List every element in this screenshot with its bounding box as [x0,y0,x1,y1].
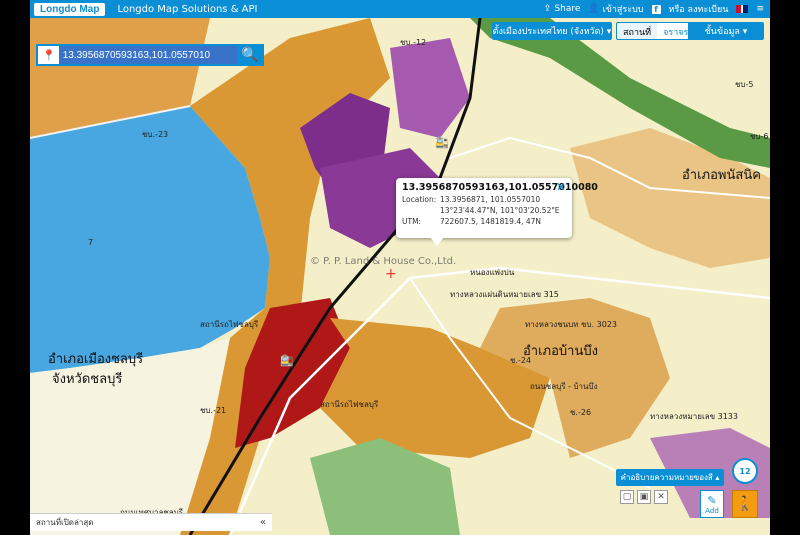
recent-places-label: สถานที่เปิดล่าสุด [36,518,94,527]
menu-icon[interactable]: ≡ [756,4,764,14]
search-icon: 🔍 [240,47,259,63]
land-use-map [30,18,770,535]
label-road-3133: ทางหลวงหมายเลข 3133 [650,412,738,421]
label-cb26: ช.-26 [570,408,592,417]
close-icon[interactable]: ✕ [556,180,566,194]
label-cb23: ชบ.-23 [142,130,169,139]
chevron-up-icon[interactable]: « [260,517,266,528]
label-cb24: ช.-24 [510,356,532,365]
label-cb12: ชบ.-12 [400,38,427,47]
register-link[interactable]: หรือ ลงทะเบียน [669,2,729,16]
popup-value: 13°23'44.47"N, 101°03'20.52"E [440,206,560,215]
tool-fill-icon[interactable]: ▣ [637,490,651,504]
label-cb5: ชบ-5 [735,80,754,89]
app-title[interactable]: Longdo Map Solutions & API [117,4,257,15]
train-station-icon[interactable]: 🚉 [280,354,294,367]
popup-row-location: Location: 13.3956871, 101.0557010 [402,195,566,204]
label-nongsamsap: หนองแพ่งบ่น [470,268,515,277]
bus-station-icon[interactable]: 🚉 [435,136,449,149]
label-road-banbueng: ถนนชลบุรี - บ้านบึง [530,382,598,391]
popup-key: Location: [402,195,437,204]
drawing-tools: ▢ ▣ ✕ [620,490,668,504]
legend-button[interactable]: คำอธิบายความหมายของสี ▴ [616,469,724,486]
label-station-2: สถานีรถไฟชลบุรี [200,320,259,329]
label-road-3023: ทางหลวงชนบท ชบ. 3023 [525,320,617,329]
label-amphoe-banbueng: อำเภอบ้านบึง [523,344,598,359]
share-button[interactable]: ⇪ Share [544,4,581,14]
label-amphoe-phanat: อำเภอพนัสนิค [682,168,761,183]
search-box: 📍 🔍 [36,44,264,66]
pin-icon: 📍 [42,48,56,62]
map-viewport: Longdo Map Longdo Map Solutions & API ⇪ … [0,0,800,535]
add-label: Add [705,507,719,515]
label-num-7: 7 [88,238,94,247]
location-pin-icon[interactable]: + [385,266,397,282]
top-bar: Longdo Map Longdo Map Solutions & API ⇪ … [30,0,770,18]
pen-icon: ✎ [707,494,717,507]
label-station: สถานีรถไฟชลบุรี [320,400,379,409]
tool-rectangle-icon[interactable]: ▢ [620,490,634,504]
facebook-icon[interactable]: f [651,4,661,14]
user-icon: 👤 [588,4,600,14]
popup-key [402,206,440,215]
label-amphoe-chonburi: อำเภอเมืองชลบุรี [48,352,144,367]
map-mode-tabs: สถานที่ จราจร [616,22,696,40]
login-link[interactable]: 👤 เข้าสู่ระบบ [588,2,643,16]
search-input[interactable] [58,46,238,64]
map-canvas[interactable]: อำเภอเมืองชลบุรี จังหวัดชลบุรี อำเภอบ้าน… [30,18,770,535]
location-popup: 13.3956870593163,101.0557010080 ✕ Locati… [396,178,598,246]
share-icon: ⇪ [543,4,552,14]
share-label: Share [554,4,581,14]
add-place-button[interactable]: ✎ Add [700,490,724,518]
popup-key: UTM: [402,217,422,226]
popup-row-dms: 13°23'44.47"N, 101°03'20.52"E [402,206,566,215]
tab-places[interactable]: สถานที่ [617,23,658,39]
popup-title: 13.3956870593163,101.0557010080 [402,182,598,193]
longdo-logo[interactable]: Longdo Map [34,2,106,16]
uk-flag-icon[interactable] [736,5,749,13]
zoom-level-control[interactable]: 12 [732,458,758,484]
label-cb6: ชบ-6 [750,132,769,141]
region-select[interactable]: ตั้งเมืองประเทศไทย (จังหวัด) ▾ [492,22,612,40]
popup-row-utm: UTM: 722607.5, 1481819.4, 47N [402,217,566,226]
popup-value: 13.3956871, 101.0557010 [440,195,541,204]
label-changwat-chonburi: จังหวัดชลบุรี [52,372,123,387]
recent-places-panel[interactable]: สถานที่เปิดล่าสุด « [30,513,272,531]
layers-button[interactable]: ชั้นข้อมูล ▾ [688,22,764,40]
street-view-icon[interactable]: 🚶 [732,490,758,518]
tool-clear-icon[interactable]: ✕ [654,490,668,504]
popup-value: 722607.5, 1481819.4, 47N [440,217,542,226]
login-label: เข้าสู่ระบบ [602,5,644,15]
label-cb21: ชบ.-21 [200,406,227,415]
label-road-315: ทางหลวงแผ่นดินหมายเลข 315 [450,290,559,299]
search-button[interactable]: 🔍 [237,44,262,66]
map-watermark: © P. P. Land & House Co.,Ltd. [310,256,457,267]
